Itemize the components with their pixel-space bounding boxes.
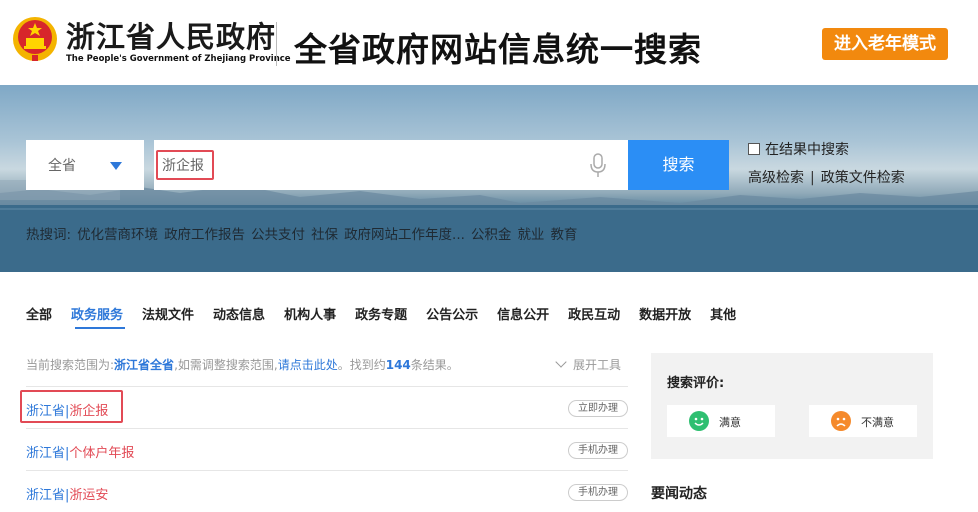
result-title[interactable]: 浙江省|个体户年报 (26, 442, 134, 461)
unsatisfied-button[interactable]: 不满意 (809, 405, 917, 437)
hot-word[interactable]: 社保 (311, 227, 338, 243)
result-row: 浙江省|浙运安 手机办理 (26, 470, 628, 512)
search-in-results-label: 在结果中搜索 (765, 142, 849, 158)
site-header: 浙江省人民政府 The People's Government of Zheji… (0, 0, 978, 85)
advanced-links: 高级检索 | 政策文件检索 (748, 167, 905, 187)
scope-selector[interactable]: 全省 (26, 140, 144, 190)
caret-down-icon (110, 162, 122, 170)
summary-found-suffix: 条结果。 (410, 358, 459, 372)
category-tabs: 全部 政务服务 法规文件 动态信息 机构人事 政务专题 公告公示 信息公开 政民互动 数据开放 其他 (26, 304, 755, 323)
result-item: 个体户年报 (69, 446, 135, 461)
tab-all[interactable]: 全部 (26, 304, 52, 323)
tab-topics[interactable]: 政务专题 (355, 304, 407, 323)
expand-tools-button[interactable]: 展开工具 (555, 356, 622, 373)
unsatisfied-label: 不满意 (861, 416, 894, 429)
chevron-down-icon (555, 356, 567, 368)
search-rating-panel: 搜索评价: 满意 不满意 (651, 353, 933, 459)
search-box (154, 140, 628, 190)
search-in-results-checkbox[interactable] (748, 143, 760, 155)
tab-news[interactable]: 动态信息 (213, 304, 265, 323)
result-action-badge[interactable]: 立即办理 (568, 400, 628, 417)
hot-word[interactable]: 公共支付 (251, 227, 305, 243)
hot-words-label: 热搜词: (26, 227, 72, 243)
change-scope-link[interactable]: 请点击此处 (278, 358, 338, 372)
hot-word[interactable]: 教育 (550, 227, 577, 243)
result-count: 144 (385, 358, 411, 372)
satisfied-label: 满意 (719, 416, 741, 429)
result-row: 浙江省|个体户年报 手机办理 (26, 428, 628, 470)
tab-info-disclosure[interactable]: 信息公开 (497, 304, 549, 323)
advanced-search-link[interactable]: 高级检索 (748, 170, 804, 186)
national-emblem-icon (13, 17, 57, 61)
hot-word[interactable]: 就业 (517, 227, 544, 243)
search-button[interactable]: 搜索 (628, 140, 729, 190)
news-section-title: 要闻动态 (651, 486, 707, 502)
microphone-icon[interactable] (588, 153, 608, 179)
tab-open-data[interactable]: 数据开放 (639, 304, 691, 323)
tab-government-services[interactable]: 政务服务 (71, 304, 123, 323)
expand-tools-label: 展开工具 (573, 358, 622, 372)
header-divider (276, 22, 277, 66)
result-region: 浙江省 (26, 488, 66, 503)
tab-other[interactable]: 其他 (710, 304, 736, 323)
search-summary: 当前搜索范围为:浙江省全省,如需调整搜索范围,请点击此处。找到约144条结果。 (26, 356, 459, 373)
tab-regulations[interactable]: 法规文件 (142, 304, 194, 323)
summary-middle: ,如需调整搜索范围, (174, 358, 278, 372)
result-highlight-box (20, 390, 123, 423)
tab-interaction[interactable]: 政民互动 (568, 304, 620, 323)
hot-word[interactable]: 政府网站工作年度... (344, 227, 465, 243)
active-tab-underline (75, 327, 125, 329)
result-item: 浙运安 (69, 488, 109, 503)
policy-search-link[interactable]: 政策文件检索 (821, 170, 905, 186)
tab-announcements[interactable]: 公告公示 (426, 304, 478, 323)
government-name[interactable]: 浙江省人民政府 (66, 14, 276, 56)
site-title: 全省政府网站信息统一搜索 (294, 30, 702, 69)
hot-words: 热搜词: 优化营商环境 政府工作报告 公共支付 社保 政府网站工作年度... 公积金 就业 教育 (26, 223, 583, 243)
query-highlight-box (156, 150, 214, 180)
summary-scope: 浙江省全省 (114, 358, 175, 372)
sad-face-icon (831, 411, 851, 431)
hot-word[interactable]: 公积金 (471, 227, 512, 243)
summary-prefix: 当前搜索范围为: (26, 358, 115, 372)
hot-word[interactable]: 优化营商环境 (77, 227, 158, 243)
elder-mode-button[interactable]: 进入老年模式 (822, 28, 948, 60)
search-input[interactable] (160, 148, 580, 182)
government-name-english: The People's Government of Zhejiang Prov… (66, 54, 291, 64)
result-action-badge[interactable]: 手机办理 (568, 442, 628, 459)
rating-title: 搜索评价: (667, 376, 725, 391)
satisfied-button[interactable]: 满意 (667, 405, 775, 437)
result-title[interactable]: 浙江省|浙运安 (26, 484, 108, 503)
link-separator: | (810, 170, 815, 186)
tab-personnel[interactable]: 机构人事 (284, 304, 336, 323)
search-in-results[interactable]: 在结果中搜索 (748, 139, 849, 159)
search-banner: 全省 搜索 在结果中搜索 高级检索 | 政策文件检索 热搜词: 优化营商环境政府工作报… (0, 85, 978, 272)
hot-word[interactable]: 政府工作报告 (164, 227, 245, 243)
scope-label: 全省 (48, 158, 76, 174)
result-region: 浙江省 (26, 446, 66, 461)
summary-found-prefix: 。找到约 (337, 358, 386, 372)
result-action-badge[interactable]: 手机办理 (568, 484, 628, 501)
smile-face-icon (689, 411, 709, 431)
